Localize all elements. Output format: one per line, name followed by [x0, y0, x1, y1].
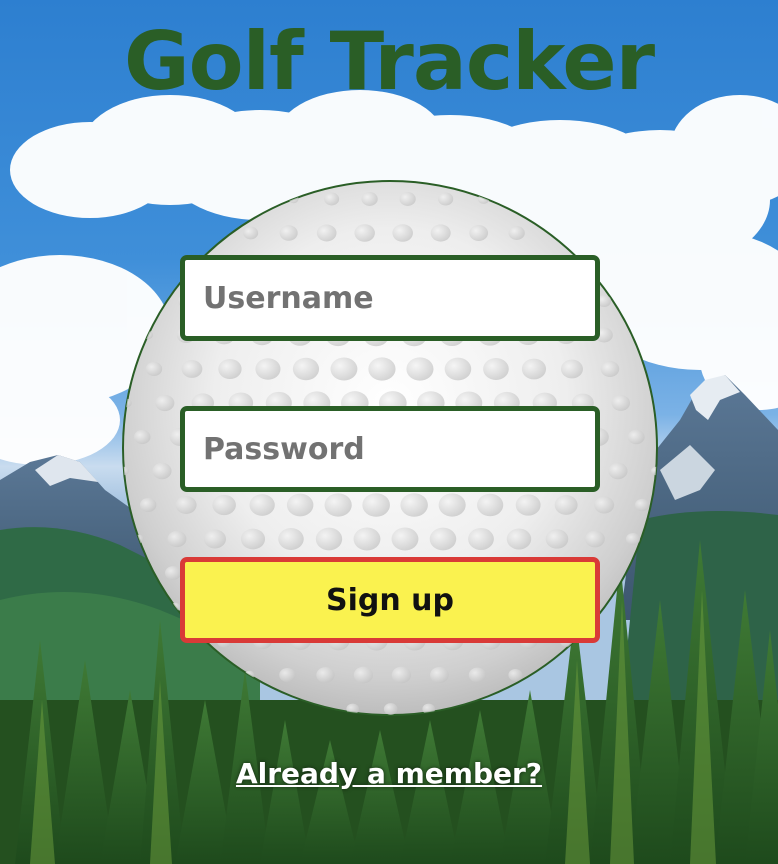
golf-ball-dimple [560, 359, 583, 379]
golf-ball-dimple [468, 667, 487, 683]
golf-ball-dimple [362, 493, 390, 517]
golf-ball-dimple [316, 667, 335, 683]
golf-ball-dimple [175, 496, 197, 514]
golf-ball-dimple [152, 462, 172, 480]
golf-ball-dimple [515, 494, 541, 516]
password-field[interactable] [180, 406, 600, 492]
golf-ball-dimple [400, 493, 428, 517]
golf-ball-dimple [554, 495, 578, 515]
golf-ball-dimple [594, 496, 615, 514]
golf-ball-dimple [324, 192, 340, 206]
golf-ball-dimple [430, 224, 451, 242]
golf-ball-dimple [139, 497, 157, 513]
golf-ball-dimple [483, 358, 509, 380]
golf-ball-dimple [203, 529, 227, 549]
golf-ball-dimple [167, 530, 187, 548]
username-field[interactable] [180, 255, 600, 341]
golf-ball-dimple [545, 529, 569, 549]
golf-ball-dimple [181, 360, 203, 378]
golf-ball-dimple [608, 462, 628, 480]
golf-ball-dimple [353, 527, 381, 551]
golf-ball-dimple [133, 429, 151, 445]
golf-ball-dimple [430, 666, 449, 684]
golf-ball-dimple [391, 666, 412, 684]
golf-ball-dimple [368, 357, 396, 381]
golf-ball-dimple [240, 528, 266, 550]
golf-ball-dimple [383, 703, 398, 715]
golf-ball-dimple [353, 666, 374, 684]
golf-ball-dimple [315, 527, 343, 551]
golf-ball-dimple [625, 532, 641, 546]
golf-ball-dimple [255, 358, 281, 380]
golf-ball-dimple [508, 668, 523, 682]
golf-ball-dimple [634, 498, 650, 512]
golf-ball-dimple [521, 358, 547, 380]
already-member-link[interactable]: Already a member? [0, 757, 778, 790]
golf-ball-dimple [278, 528, 304, 550]
golf-ball-dimple [324, 493, 352, 517]
golf-ball-dimple [292, 357, 320, 381]
golf-ball-dimple [585, 530, 605, 548]
golf-ball-dimple [406, 357, 434, 381]
golf-ball-dimple [469, 224, 489, 242]
golf-ball-dimple [316, 224, 337, 242]
sign-up-button[interactable]: Sign up [180, 557, 600, 643]
golf-ball-dimple [438, 493, 466, 517]
golf-ball-dimple [477, 493, 504, 517]
golf-ball-dimple [330, 357, 358, 381]
golf-ball-dimple [391, 527, 419, 551]
golf-ball-dimple [438, 192, 454, 206]
page-title: Golf Tracker [123, 15, 655, 108]
golf-ball-dimple [279, 225, 298, 241]
golf-ball-dimple [399, 192, 416, 206]
golf-ball-dimple [279, 667, 296, 683]
golf-ball-dimple [354, 224, 375, 242]
golf-ball-dimple [218, 358, 242, 380]
golf-ball-dimple [145, 361, 163, 377]
golf-ball-dimple [468, 527, 494, 551]
golf-ball-dimple [429, 527, 457, 551]
golf-ball-dimple [243, 226, 259, 240]
golf-ball-dimple [286, 493, 314, 517]
golf-ball-dimple [508, 226, 525, 240]
golf-ball-dimple [600, 361, 620, 377]
golf-ball-dimple [361, 192, 378, 206]
golf-ball-dimple [249, 494, 275, 516]
golf-ball-dimple [155, 394, 175, 412]
golf-ball-dimple [506, 528, 532, 550]
golf-ball-dimple [165, 566, 182, 580]
golf-ball-dimple [212, 494, 236, 516]
golf-ball-dimple [392, 224, 413, 242]
golf-ball-dimple [627, 429, 645, 445]
golf-ball-dimple [444, 357, 472, 381]
golf-ball-dimple [611, 395, 631, 411]
